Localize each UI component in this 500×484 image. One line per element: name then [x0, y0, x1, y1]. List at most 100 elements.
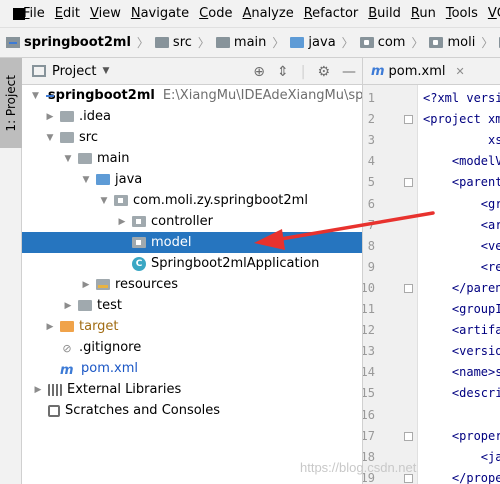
- menu-item-edit[interactable]: Edit: [50, 0, 85, 28]
- line-number: 13: [363, 344, 375, 359]
- project-panel-title[interactable]: Project: [52, 64, 96, 79]
- editor-tab-label: pom.xml: [388, 63, 446, 79]
- menu-mnemonic: E: [54, 5, 63, 21]
- line-number: 9: [367, 259, 375, 274]
- tree-item-label: springboot2ml: [47, 88, 155, 103]
- line-number: 10: [363, 280, 375, 295]
- breadcrumb-item[interactable]: com 〉: [354, 34, 424, 51]
- tree-item-test[interactable]: ▶ test: [22, 295, 362, 316]
- tree-item-java[interactable]: ▼ java: [22, 169, 362, 190]
- project-tool-window-tab[interactable]: 1: Project: [0, 58, 22, 148]
- left-tool-stripe: 1: Project: [0, 58, 22, 484]
- fold-marker-icon[interactable]: [404, 115, 413, 125]
- tree-item-src[interactable]: ▼ src: [22, 127, 362, 148]
- code-line: <gr: [423, 196, 500, 211]
- chevron-right-icon[interactable]: ▶: [44, 322, 56, 332]
- code-line: </paren: [423, 280, 500, 295]
- chevron-right-icon[interactable]: ▶: [44, 112, 56, 122]
- resources-folder-icon: [96, 279, 110, 290]
- code-line: <name>s: [423, 365, 500, 380]
- chevron-right-icon[interactable]: ▶: [32, 385, 44, 395]
- tree-item-springboot2ml[interactable]: ▼ springboot2ml E:\XiangMu\IDEAdeXiangMu\s…: [22, 85, 363, 106]
- fold-marker-icon[interactable]: [404, 473, 413, 483]
- tree-item-external-libraries[interactable]: ▶ External Libraries: [22, 379, 362, 400]
- chevron-right-icon[interactable]: ▶: [80, 280, 92, 290]
- menu-item-vcs[interactable]: VCS: [483, 0, 500, 28]
- menu-label: nalyze: [251, 5, 294, 21]
- menu-item-code[interactable]: Code: [194, 0, 237, 28]
- code-line: <descri: [423, 386, 500, 401]
- breadcrumb-item[interactable]: springboot2ml 〉: [0, 34, 149, 51]
- project-path: E:\XiangMu\IDEAdeXiangMu\springboot2ml: [162, 88, 363, 103]
- menu-item-tools[interactable]: Tools: [441, 0, 483, 28]
- breadcrumb-item[interactable]: main 〉: [210, 34, 284, 51]
- breadcrumb-separator-icon: 〉: [411, 36, 424, 50]
- menu-mnemonic: R: [303, 5, 313, 21]
- line-number: 3: [367, 133, 375, 148]
- chevron-right-icon[interactable]: ▶: [116, 217, 128, 227]
- tree-item-resources[interactable]: ▶ resources: [22, 274, 362, 295]
- tree-item-controller[interactable]: ▶ controller: [22, 211, 362, 232]
- folder-icon: [78, 153, 92, 164]
- gear-icon[interactable]: ⚙: [317, 64, 330, 80]
- menu-mnemonic: N: [130, 5, 141, 21]
- breadcrumb-item[interactable]: java 〉: [284, 34, 354, 51]
- close-icon[interactable]: ✕: [456, 65, 465, 78]
- collapse-all-icon[interactable]: ⇕: [277, 64, 289, 80]
- line-number: 14: [363, 365, 375, 380]
- tree-item-model[interactable]: model: [22, 232, 362, 253]
- fold-marker-icon[interactable]: [404, 178, 413, 188]
- menu-item-view[interactable]: View: [85, 0, 126, 28]
- tree-item-idea[interactable]: ▶ .idea: [22, 106, 362, 127]
- folder-icon: [154, 37, 169, 48]
- tree-item-springboot2mlapplication[interactable]: C Springboot2mlApplication: [22, 253, 362, 274]
- hide-panel-icon[interactable]: —: [342, 64, 356, 80]
- breadcrumb-item[interactable]: zy〉: [493, 34, 500, 51]
- breadcrumb-item[interactable]: moli 〉: [423, 34, 493, 51]
- tree-item-com-moli-zy-springboot2ml[interactable]: ▼ com.moli.zy.springboot2ml: [22, 190, 362, 211]
- menu-label: ode: [208, 5, 233, 21]
- line-number-gutter: 1 2 3 4 5 6 7 8 9 10 11 12 13 14 15 16 17 18 19: [363, 85, 418, 484]
- folder-icon: [78, 300, 92, 311]
- fold-marker-icon[interactable]: [404, 431, 413, 441]
- line-number: 17: [363, 428, 375, 443]
- source-folder-icon: [96, 174, 110, 185]
- breadcrumb-item[interactable]: src 〉: [149, 34, 210, 51]
- chevron-down-icon[interactable]: ▼: [62, 154, 74, 164]
- line-number: 7: [367, 217, 375, 232]
- tree-item-scratches-and-consoles[interactable]: Scratches and Consoles: [22, 400, 362, 421]
- code-line: <versio: [423, 344, 500, 359]
- line-number: 5: [367, 175, 375, 190]
- tree-item-main[interactable]: ▼ main: [22, 148, 362, 169]
- menu-mnemonic: V: [487, 5, 497, 21]
- editor-tab-pom[interactable]: m pom.xml ✕: [363, 58, 500, 85]
- menu-item-build[interactable]: Build: [363, 0, 406, 28]
- tree-item-gitignore[interactable]: ⊘ .gitignore: [22, 337, 362, 358]
- fold-marker-icon[interactable]: [404, 283, 413, 293]
- breadcrumb-separator-icon: 〉: [341, 36, 354, 50]
- chevron-down-icon[interactable]: ▼: [98, 196, 110, 206]
- menu-item-navigate[interactable]: Navigate: [126, 0, 194, 28]
- chevron-down-icon[interactable]: ▼: [102, 66, 109, 76]
- chevron-down-icon[interactable]: ▼: [80, 175, 92, 185]
- chevron-right-icon[interactable]: ▶: [62, 301, 74, 311]
- code-line: <parent: [423, 175, 500, 190]
- folder-icon: [60, 132, 74, 143]
- panel-toolbar: ⊕ ⇕ | ⚙ —: [253, 58, 356, 85]
- chevron-down-icon[interactable]: ▼: [32, 91, 39, 101]
- folder-icon: [60, 111, 74, 122]
- breadcrumb-label: src: [172, 35, 192, 50]
- menu-item-run[interactable]: Run: [406, 0, 441, 28]
- tree-item-pom-xml[interactable]: m pom.xml: [22, 358, 362, 379]
- ignore-file-icon: ⊘: [62, 342, 72, 355]
- locate-target-icon[interactable]: ⊕: [253, 64, 265, 80]
- code-area[interactable]: <?xml versi <project xm xs <modelV <paren…: [423, 85, 500, 484]
- code-line: <ja: [423, 449, 500, 464]
- project-panel-header: Project ▼ ⊕ ⇕ | ⚙ —: [22, 58, 362, 85]
- menu-item-refactor[interactable]: Refactor: [299, 0, 364, 28]
- menu-item-analyze[interactable]: Analyze: [237, 0, 298, 28]
- tree-item-target[interactable]: ▶ target: [22, 316, 362, 337]
- chevron-down-icon[interactable]: ▼: [44, 133, 56, 143]
- tree-item-label: .idea: [79, 109, 111, 124]
- folder-icon: [215, 37, 230, 48]
